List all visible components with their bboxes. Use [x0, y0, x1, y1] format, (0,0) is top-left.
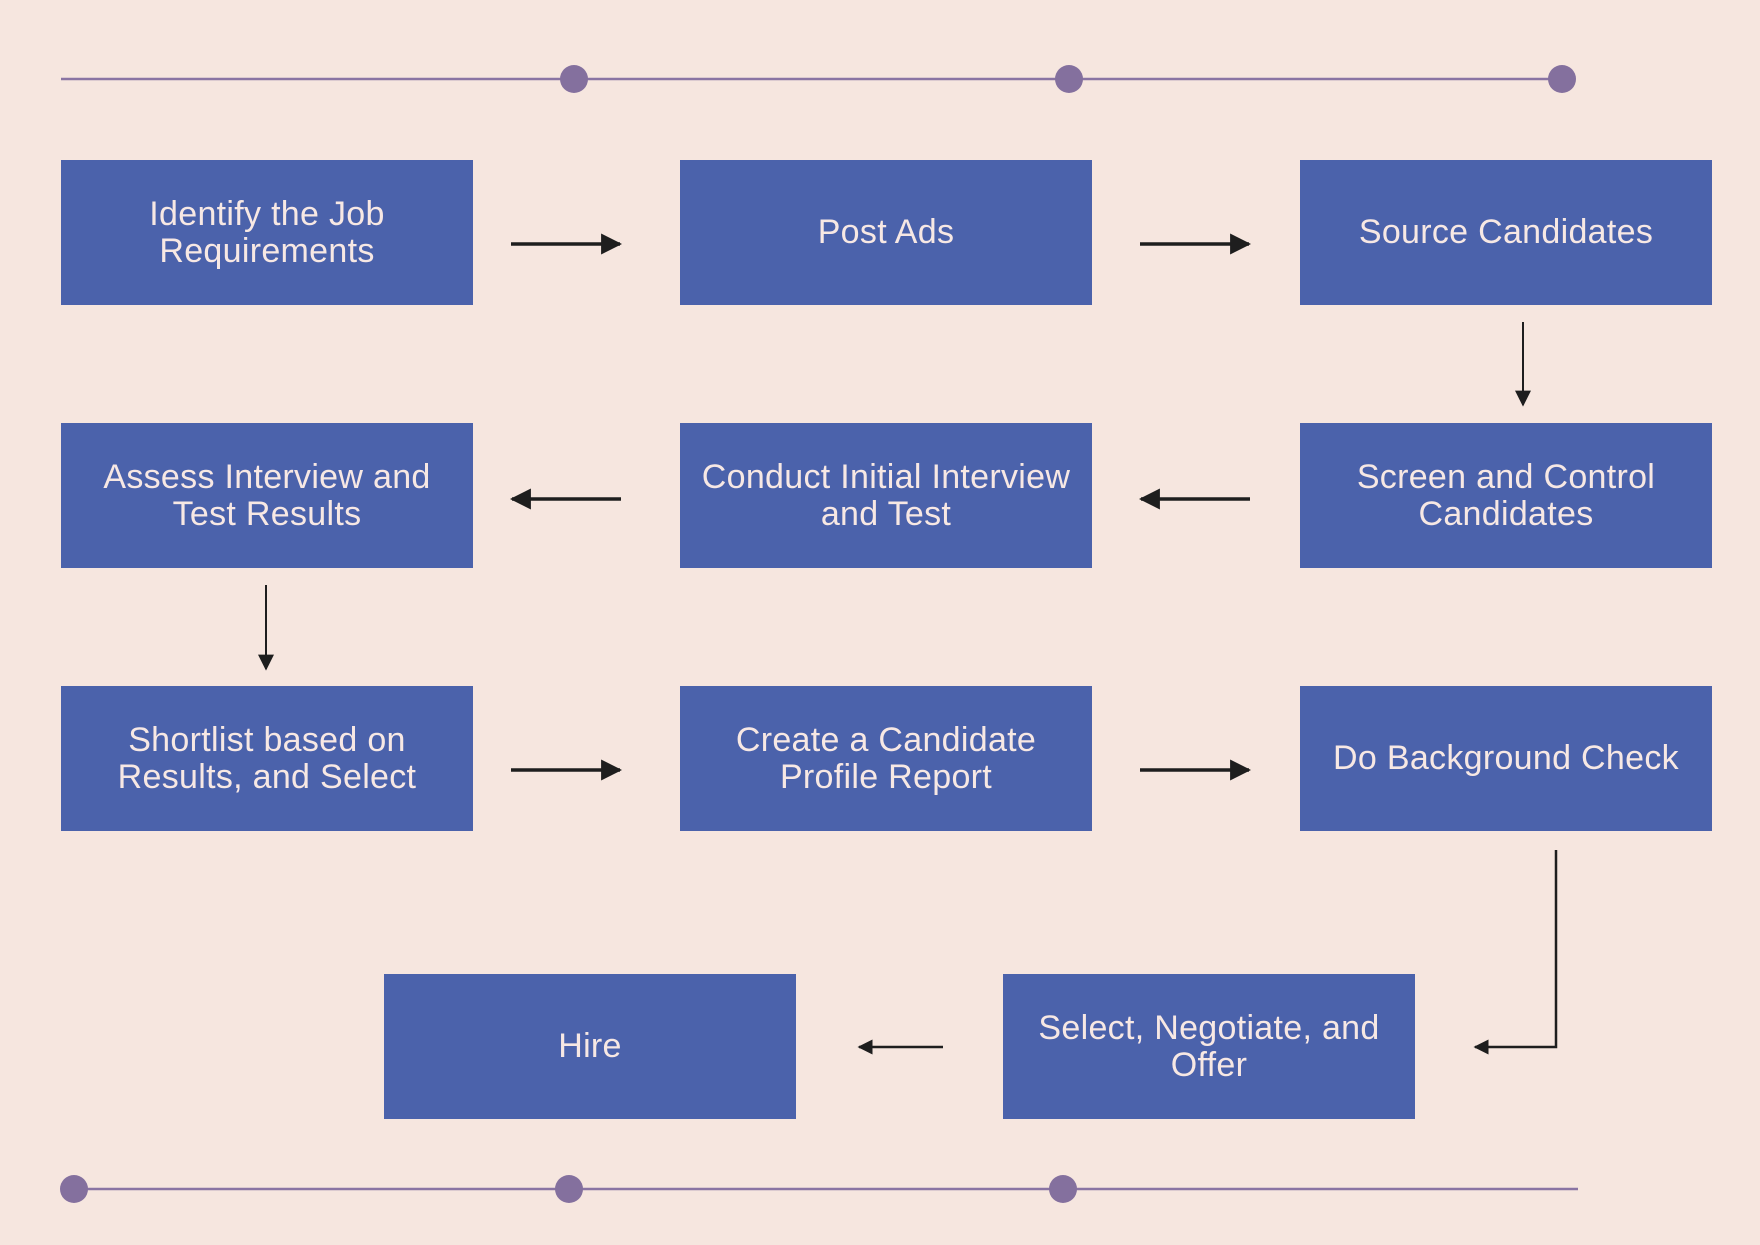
- step-label: Do Background Check: [1333, 739, 1679, 777]
- step-screen-and-control-candidates[interactable]: Screen and Control Candidates: [1300, 423, 1712, 568]
- step-shortlist-and-select[interactable]: Shortlist based on Results, and Select: [61, 686, 473, 831]
- step-label: Hire: [558, 1027, 622, 1065]
- top-timeline-dot: [1548, 65, 1576, 93]
- step-label: Assess Interview and Test Results: [103, 457, 431, 533]
- step-label: Source Candidates: [1358, 213, 1654, 251]
- step-select-negotiate-offer[interactable]: Select, Negotiate, and Offer: [1003, 974, 1415, 1119]
- step-identify-job-requirements[interactable]: Identify the Job Requirements: [61, 160, 473, 305]
- bottom-timeline-dot: [60, 1175, 88, 1203]
- step-label: Identify the Job Requirements: [149, 194, 385, 270]
- step-label: Screen and Control Candidates: [1356, 457, 1656, 533]
- step-create-candidate-profile[interactable]: Create a Candidate Profile Report: [680, 686, 1092, 831]
- bottom-timeline: [60, 1175, 1578, 1203]
- step-source-candidates[interactable]: Source Candidates: [1300, 160, 1712, 305]
- bottom-timeline-dot: [1049, 1175, 1077, 1203]
- step-conduct-initial-interview[interactable]: Conduct Initial Interview and Test: [680, 423, 1092, 568]
- step-label: Post Ads: [817, 213, 955, 251]
- top-timeline-dot: [560, 65, 588, 93]
- bottom-timeline-dot: [555, 1175, 583, 1203]
- step-label: Shortlist based on Results, and Select: [117, 720, 417, 796]
- top-timeline-dot: [1055, 65, 1083, 93]
- step-label: Select, Negotiate, and Offer: [1038, 1008, 1380, 1084]
- step-hire[interactable]: Hire: [384, 974, 796, 1119]
- step-label: Create a Candidate Profile Report: [735, 720, 1037, 796]
- step-label: Conduct Initial Interview and Test: [701, 457, 1071, 533]
- step-post-ads[interactable]: Post Ads: [680, 160, 1092, 305]
- arrow-background-to-offer: [1473, 850, 1558, 1055]
- top-timeline: [61, 65, 1576, 93]
- step-background-check[interactable]: Do Background Check: [1300, 686, 1712, 831]
- step-assess-interview-results[interactable]: Assess Interview and Test Results: [61, 423, 473, 568]
- connectors: [258, 233, 1558, 1055]
